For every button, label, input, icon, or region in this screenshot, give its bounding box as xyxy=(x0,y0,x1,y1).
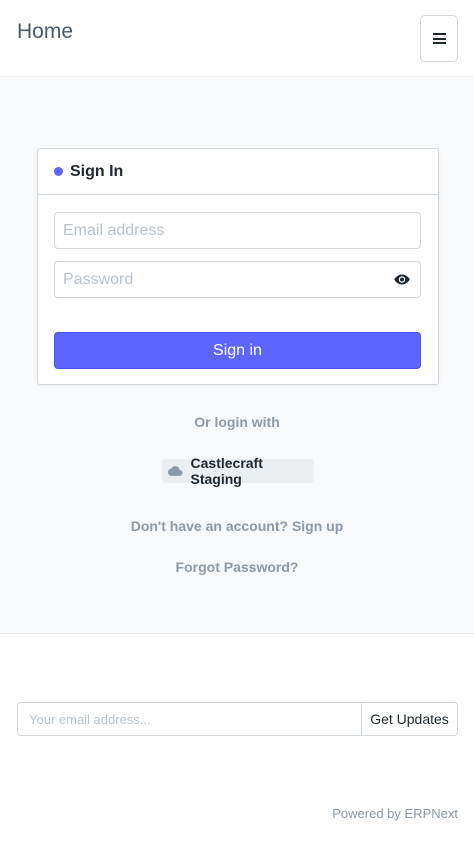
login-title: Sign In xyxy=(70,162,124,180)
provider-label: Castlecraft Staging xyxy=(190,455,263,487)
navbar: Home xyxy=(0,0,474,77)
forgot-password-link[interactable]: Forgot Password? xyxy=(0,559,474,575)
subscribe-form: Get Updates xyxy=(17,702,458,736)
hamburger-menu-icon xyxy=(432,33,446,44)
powered-by: Powered by ERPNext xyxy=(332,806,458,821)
email-input[interactable] xyxy=(54,212,421,249)
indicator-dot-icon xyxy=(54,167,63,176)
cloud-icon xyxy=(168,466,183,476)
sign-in-button[interactable]: Sign in xyxy=(54,332,421,369)
password-field xyxy=(54,261,421,298)
get-updates-button[interactable]: Get Updates xyxy=(361,702,458,736)
eye-icon[interactable] xyxy=(393,271,411,288)
menu-toggle-button[interactable] xyxy=(420,15,458,62)
login-card: Sign In Sign in xyxy=(37,148,439,385)
castlecraft-login-button[interactable]: Castlecraft Staging xyxy=(162,455,314,487)
powered-by-label: Powered by xyxy=(332,806,401,821)
password-input[interactable] xyxy=(54,261,421,298)
subscribe-email-input[interactable] xyxy=(17,702,361,736)
brand-home-link[interactable]: Home xyxy=(17,20,73,44)
signup-link[interactable]: Don't have an account? Sign up xyxy=(0,518,474,534)
main-content: Sign In Sign in Or login with Castlecraf… xyxy=(0,77,474,634)
or-login-with-label: Or login with xyxy=(194,414,280,430)
login-card-header: Sign In xyxy=(38,149,438,195)
erpnext-link[interactable]: ERPNext xyxy=(405,806,458,821)
